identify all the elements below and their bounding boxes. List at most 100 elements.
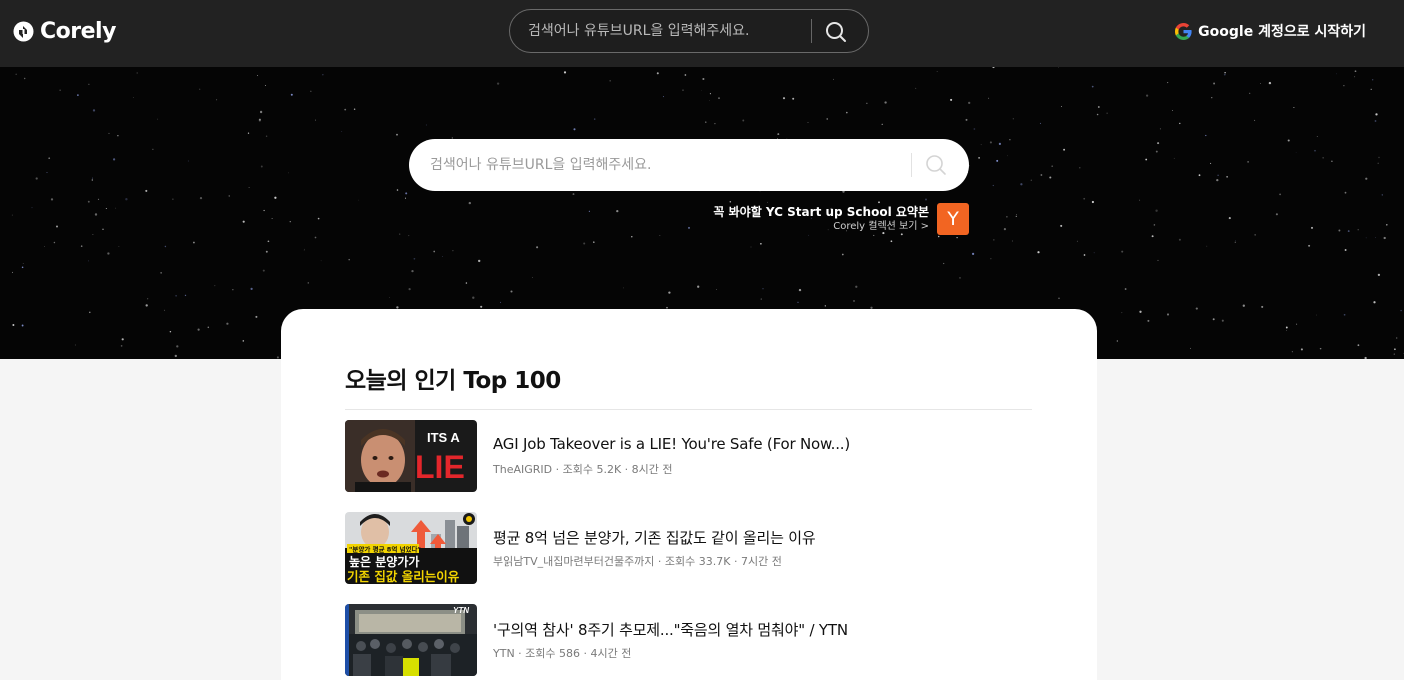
search-icon[interactable] [923, 152, 949, 178]
star [1381, 194, 1383, 196]
star [1242, 304, 1245, 307]
star [1343, 85, 1345, 87]
star [718, 97, 720, 99]
star [782, 97, 786, 100]
video-title[interactable]: AGI Job Takeover is a LIE! You're Safe (… [493, 435, 1033, 453]
star [310, 90, 312, 92]
star [760, 298, 762, 300]
star [943, 262, 945, 265]
star [936, 71, 938, 72]
star [396, 189, 399, 191]
star [1190, 347, 1191, 349]
promo-title: 꼭 봐야할 YC Start up School 요약본 [713, 205, 929, 219]
star [1322, 157, 1324, 159]
star [1314, 149, 1316, 152]
promo-text: 꼭 봐야할 YC Start up School 요약본 Corely 컬렉션 … [713, 204, 929, 234]
top-navigation-bar: Corely Google 계정으로 시작하기 [0, 0, 1404, 67]
star [264, 85, 266, 87]
star [411, 269, 414, 273]
star [12, 271, 13, 273]
google-login-button[interactable]: Google 계정으로 시작하기 [1175, 20, 1366, 42]
star [289, 221, 291, 223]
star [77, 94, 79, 96]
section-title: 오늘의 인기 Top 100 [345, 368, 561, 394]
star [118, 246, 120, 247]
star [1139, 310, 1142, 313]
star [163, 309, 166, 311]
star [890, 240, 893, 243]
star [996, 159, 999, 162]
star [157, 118, 159, 120]
star [80, 245, 83, 247]
star [132, 97, 134, 98]
star [1308, 244, 1311, 247]
star [714, 122, 716, 125]
star [1015, 215, 1017, 218]
star [1011, 240, 1013, 242]
star [1139, 199, 1141, 201]
star [1354, 76, 1356, 78]
video-title[interactable]: 평균 8억 넘은 분양가, 기존 집값도 같이 올리는 이유 [493, 527, 1033, 548]
star [687, 226, 691, 229]
star [1394, 348, 1396, 351]
star [175, 294, 177, 297]
star [573, 128, 576, 131]
star [267, 240, 270, 243]
video-thumbnail[interactable]: "분양가 평균 8억 넘었다" 높은 분양가가 기존 집값 올리는이유 [345, 512, 477, 584]
star [408, 235, 410, 237]
star [1003, 228, 1007, 231]
video-list-item[interactable]: ITS A LIE AGI Job Takeover is a LIE! You… [345, 420, 1032, 492]
star [315, 119, 317, 121]
header-search-input[interactable] [528, 20, 798, 42]
star [21, 266, 24, 269]
corely-logo[interactable]: Corely [13, 18, 116, 44]
star [855, 285, 858, 288]
thumb-text-quote: "분양가 평균 8억 넘었다" [349, 545, 421, 554]
video-thumbnail[interactable]: YTN [345, 604, 477, 676]
star [1093, 252, 1095, 254]
star [307, 282, 310, 284]
star [1211, 97, 1213, 99]
star [288, 172, 289, 174]
star [480, 305, 483, 308]
star [1287, 139, 1290, 142]
star [59, 89, 61, 91]
star [1331, 160, 1333, 163]
star [697, 285, 700, 288]
star [1310, 226, 1314, 229]
star [1344, 191, 1347, 194]
video-title[interactable]: '구의역 참사' 8주기 추모제..."죽음의 열차 멈춰야" / YTN [493, 619, 1033, 640]
star [248, 187, 250, 189]
video-list-item[interactable]: YTN '구의역 참사' 8주기 추모제..."죽음의 열차 멈춰야" / YT… [345, 604, 1032, 676]
star [263, 209, 265, 212]
star [1217, 174, 1219, 176]
star [53, 241, 56, 244]
star [184, 294, 187, 297]
star [1151, 235, 1154, 238]
search-icon[interactable] [822, 18, 850, 46]
star [1079, 167, 1081, 169]
video-meta: 부읽남TV_내집마련부터건물주까지 · 조회수 33.7K · 7시간 전 [493, 555, 782, 568]
collection-promo-link[interactable]: 꼭 봐야할 YC Start up School 요약본 Corely 컬렉션 … [713, 203, 969, 235]
hero-search-input[interactable] [430, 153, 900, 177]
star [314, 236, 317, 239]
video-list-item[interactable]: "분양가 평균 8억 넘었다" 높은 분양가가 기존 집값 올리는이유 평균 8… [345, 512, 1032, 584]
star [853, 300, 855, 302]
popular-videos-card: 오늘의 인기 Top 100 ITS A LIE AGI Job Takeove… [281, 309, 1097, 680]
star [1291, 351, 1293, 353]
star [971, 252, 975, 256]
star [1124, 288, 1127, 290]
star [656, 72, 659, 75]
video-thumbnail[interactable]: ITS A LIE [345, 420, 477, 492]
star [1372, 79, 1374, 81]
star [1058, 297, 1060, 300]
star [1261, 305, 1264, 308]
star [925, 198, 927, 201]
star [1286, 329, 1287, 331]
star [112, 158, 116, 161]
star [993, 239, 995, 241]
star [176, 345, 179, 348]
star [92, 177, 94, 179]
star [1210, 162, 1212, 164]
star [792, 97, 795, 100]
